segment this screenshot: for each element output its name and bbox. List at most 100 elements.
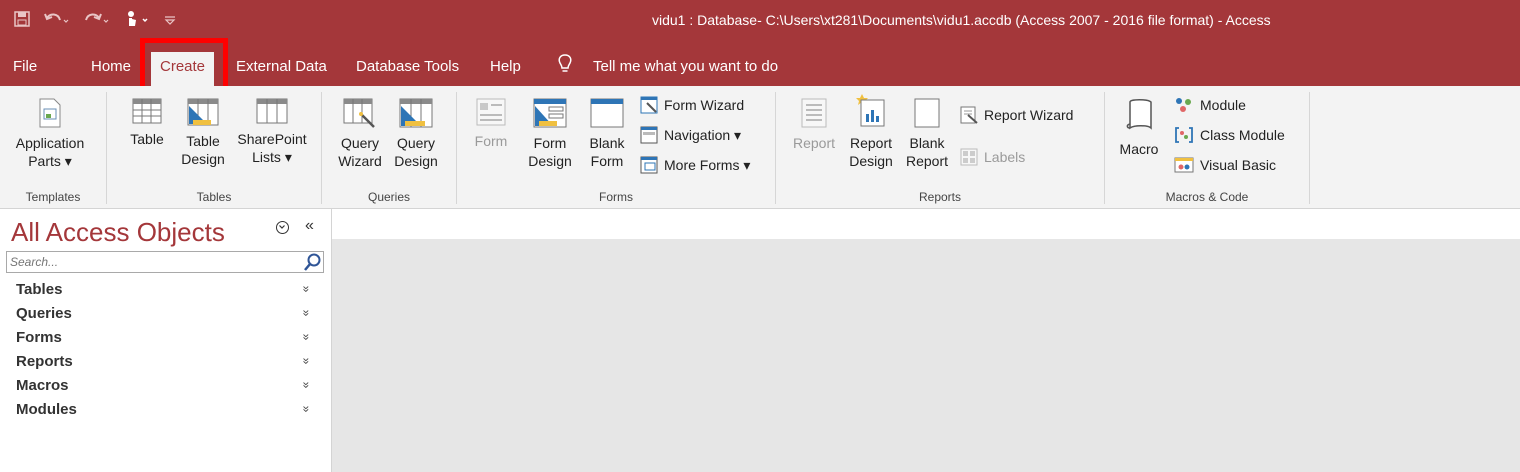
- blank-report-label-1: Blank: [909, 135, 945, 151]
- group-label-forms: Forms: [599, 190, 633, 204]
- nav-category-tables[interactable]: Tables: [16, 281, 62, 298]
- blank-report-label-2: Report: [905, 153, 949, 169]
- table-design-label-2: Design: [181, 151, 225, 167]
- sharepoint-lists-button[interactable]: SharePoint Lists ▾: [232, 98, 312, 166]
- tell-me-box[interactable]: Tell me what you want to do: [593, 58, 778, 75]
- more-forms-icon: [640, 156, 658, 174]
- ribbon-tabs: File Home Create External Data Database …: [0, 46, 1520, 86]
- tab-external-data[interactable]: External Data: [236, 58, 327, 75]
- query-wizard-label-1: Query: [340, 135, 380, 151]
- search-icon[interactable]: [301, 252, 323, 272]
- labels-icon: [960, 148, 978, 166]
- quick-access-toolbar: [14, 10, 176, 32]
- undo-icon[interactable]: [44, 11, 70, 31]
- nav-category-macros[interactable]: Macros: [16, 377, 69, 394]
- visual-basic-button[interactable]: Visual Basic: [1174, 156, 1276, 174]
- expand-chevron-icon[interactable]: »: [299, 358, 313, 365]
- class-module-button[interactable]: Class Module: [1174, 126, 1285, 144]
- nav-category-queries[interactable]: Queries: [16, 305, 72, 322]
- form-wizard-button[interactable]: Form Wizard: [640, 96, 744, 114]
- table-icon: [132, 98, 162, 124]
- report-design-label-2: Design: [849, 153, 893, 169]
- more-forms-button[interactable]: More Forms ▾: [640, 156, 750, 174]
- table-design-button[interactable]: Table Design: [176, 98, 230, 168]
- nav-category-forms[interactable]: Forms: [16, 329, 62, 346]
- query-wizard-label-2: Wizard: [338, 153, 382, 169]
- document-tab-strip: [332, 209, 1520, 239]
- separator: [456, 92, 457, 204]
- touch-mode-icon[interactable]: [124, 10, 150, 32]
- query-design-button[interactable]: Query Design: [390, 98, 442, 170]
- expand-chevron-icon[interactable]: »: [299, 334, 313, 341]
- workspace-area: [332, 239, 1520, 472]
- group-label-templates: Templates: [25, 190, 81, 204]
- report-wizard-icon: [960, 106, 978, 124]
- tab-home[interactable]: Home: [91, 58, 131, 75]
- application-parts-button[interactable]: Application Parts ▾: [8, 98, 92, 170]
- nav-search-input[interactable]: [7, 252, 303, 272]
- query-wizard-button[interactable]: Query Wizard: [334, 98, 386, 170]
- visual-basic-icon: [1174, 157, 1194, 173]
- customize-qat-icon[interactable]: [164, 13, 176, 30]
- application-parts-label-2: Parts ▾: [28, 153, 72, 169]
- redo-icon[interactable]: [84, 11, 110, 31]
- expand-chevron-icon[interactable]: »: [299, 406, 313, 413]
- form-button[interactable]: Form: [468, 98, 514, 150]
- separator: [775, 92, 776, 204]
- tab-help[interactable]: Help: [490, 58, 521, 75]
- application-parts-icon: [39, 98, 61, 128]
- query-wizard-icon: [343, 98, 375, 128]
- report-button[interactable]: Report: [788, 98, 840, 152]
- save-icon[interactable]: [14, 11, 30, 31]
- report-label: Report: [792, 135, 836, 151]
- report-design-label-1: Report: [849, 135, 893, 151]
- table-button[interactable]: Table: [124, 98, 170, 148]
- navigation-label: Navigation ▾: [664, 126, 742, 143]
- report-wizard-label: Report Wizard: [984, 107, 1074, 123]
- macro-icon: [1126, 99, 1152, 130]
- form-icon: [476, 98, 506, 126]
- sharepoint-lists-label-2: Lists ▾: [252, 149, 292, 165]
- form-design-label-2: Design: [528, 153, 572, 169]
- table-design-label-1: Table: [186, 133, 220, 149]
- ribbon: Application Parts ▾ Templates Table Tabl…: [0, 86, 1520, 209]
- nav-pane-title[interactable]: All Access Objects: [11, 217, 225, 248]
- shutter-bar-collapse-icon[interactable]: «: [305, 217, 314, 235]
- nav-category-modules[interactable]: Modules: [16, 401, 77, 418]
- separator: [1104, 92, 1105, 204]
- macro-button[interactable]: Macro: [1114, 98, 1164, 158]
- expand-chevron-icon[interactable]: »: [299, 382, 313, 389]
- nav-category-reports[interactable]: Reports: [16, 353, 73, 370]
- navigation-button[interactable]: Navigation ▾: [640, 126, 741, 144]
- form-design-button[interactable]: Form Design: [524, 98, 576, 170]
- blank-form-label-2: Form: [590, 153, 624, 169]
- report-design-icon: [856, 94, 885, 127]
- group-label-reports: Reports: [918, 190, 962, 204]
- tab-file[interactable]: File: [13, 58, 37, 75]
- expand-chevron-icon[interactable]: »: [299, 310, 313, 317]
- module-label: Module: [1200, 97, 1246, 113]
- lightbulb-icon: [558, 54, 572, 72]
- report-design-button[interactable]: Report Design: [844, 92, 898, 170]
- expand-chevron-icon[interactable]: »: [299, 286, 313, 293]
- module-button[interactable]: Module: [1174, 96, 1246, 114]
- tab-database-tools[interactable]: Database Tools: [356, 58, 459, 75]
- window-title: vidu1 : Database- C:\Users\xt281\Documen…: [652, 12, 1271, 28]
- tab-create[interactable]: Create: [151, 52, 215, 86]
- blank-form-button[interactable]: Blank Form: [582, 98, 632, 170]
- blank-report-icon: [914, 98, 940, 128]
- form-design-label-1: Form: [533, 135, 567, 151]
- macro-label: Macro: [1119, 141, 1159, 157]
- module-icon: [1176, 98, 1191, 112]
- class-module-label: Class Module: [1200, 127, 1285, 143]
- table-design-icon: [187, 98, 219, 126]
- blank-report-button[interactable]: Blank Report: [900, 98, 954, 170]
- form-label: Form: [474, 133, 508, 149]
- navigation-pane: All Access Objects « Tables » Queries » …: [0, 209, 332, 472]
- sharepoint-lists-icon: [256, 98, 288, 124]
- labels-button[interactable]: Labels: [960, 148, 1025, 166]
- report-wizard-button[interactable]: Report Wizard: [960, 106, 1073, 124]
- separator: [321, 92, 322, 204]
- nav-pane-menu-icon[interactable]: [276, 221, 289, 234]
- query-design-label-1: Query: [396, 135, 436, 151]
